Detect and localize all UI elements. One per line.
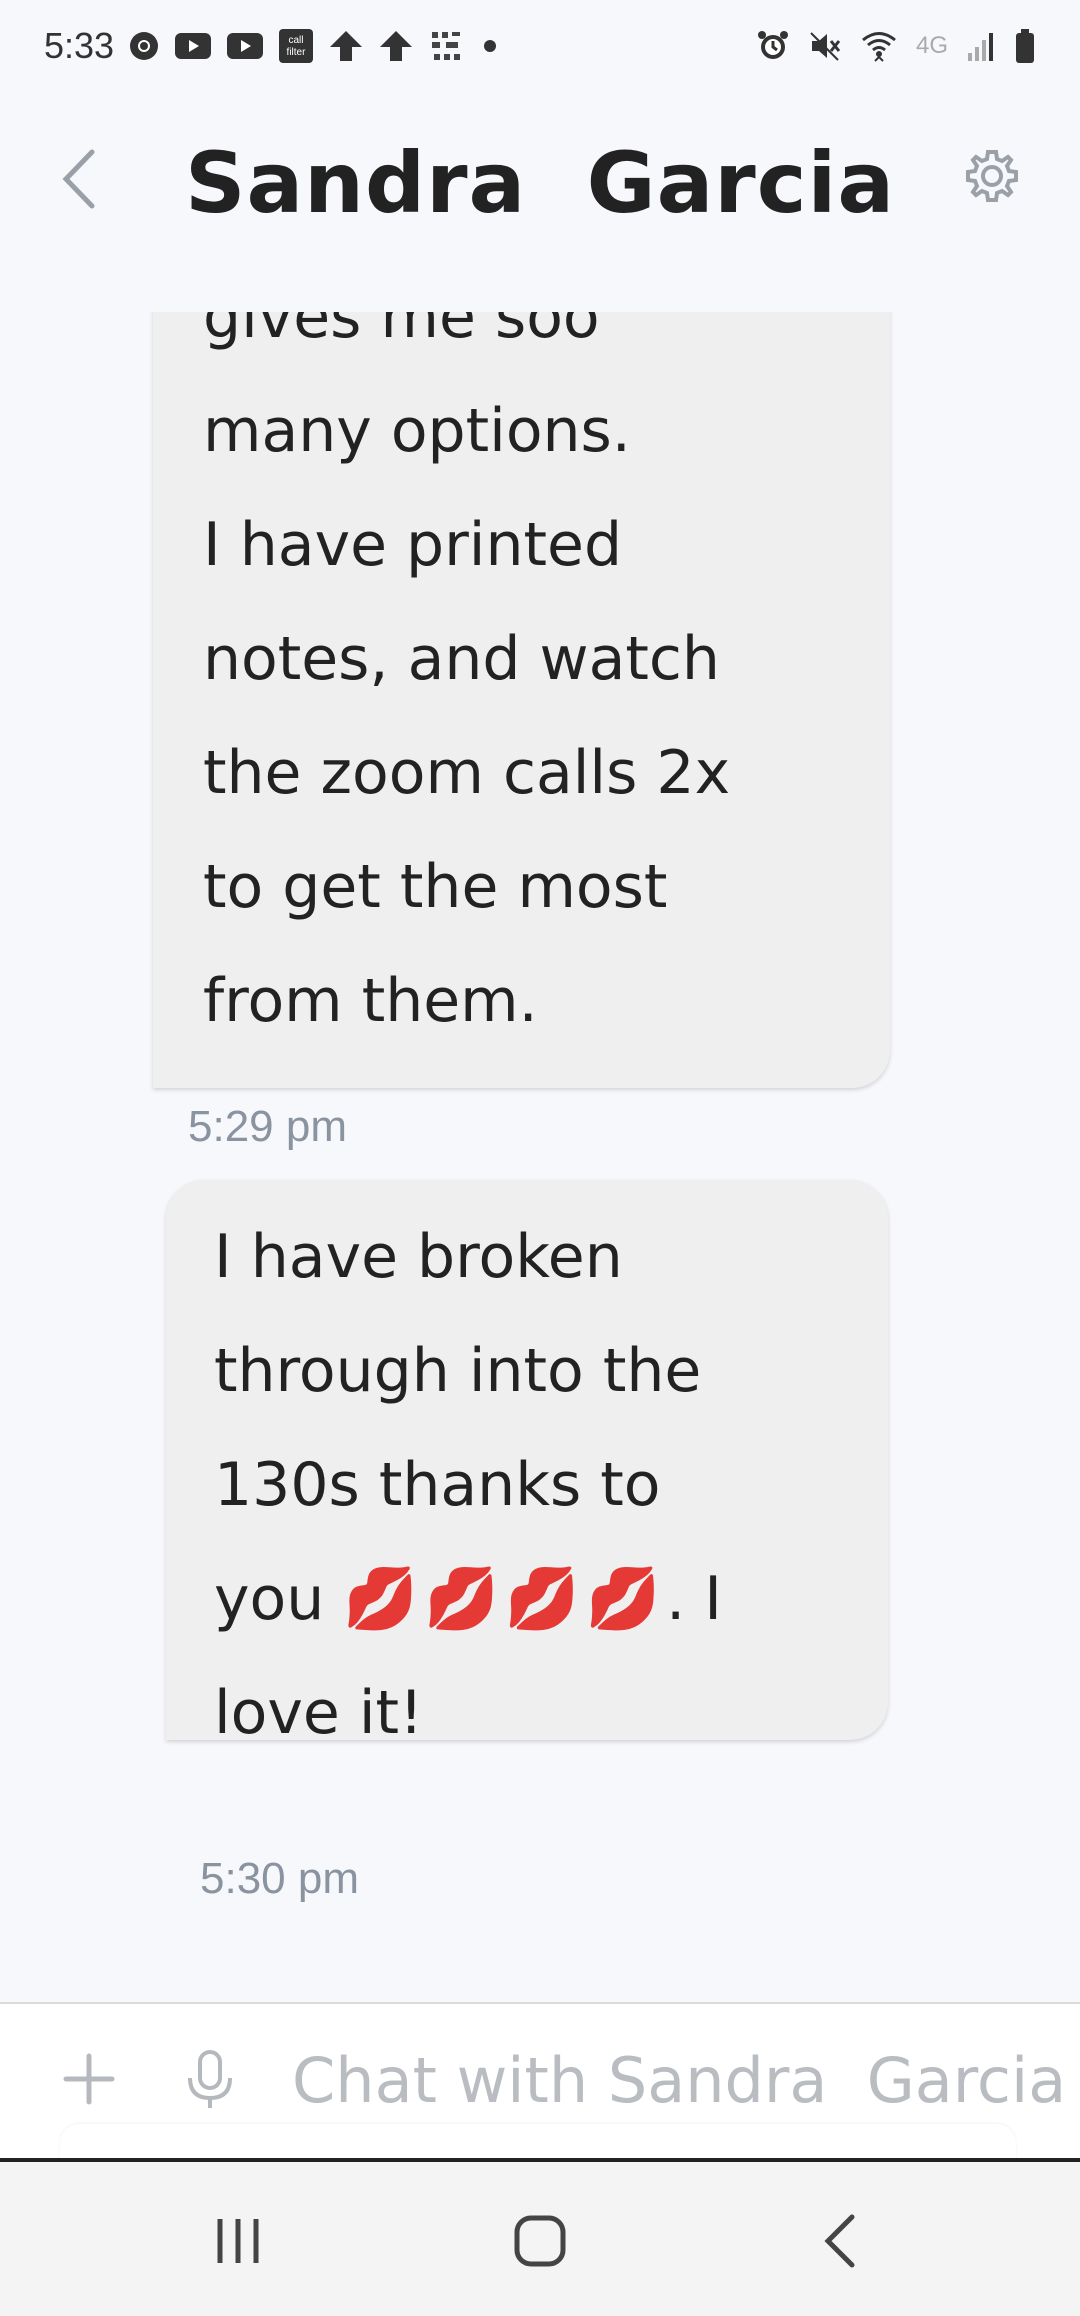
message-bubble[interactable]: gives me soo many options. I have printe…	[153, 312, 890, 1088]
page-title: Sandra Garcia	[184, 134, 896, 232]
message-text: . I	[666, 1564, 722, 1634]
recent-apps-icon	[217, 2219, 259, 2263]
settings-button[interactable]	[964, 148, 1020, 204]
gear-icon	[966, 150, 1018, 202]
message-line: gives me soo	[203, 312, 600, 352]
message-bubble[interactable]: I have broken through into the 130s than…	[166, 1180, 888, 1748]
alarm-icon	[756, 29, 790, 63]
plus-icon	[63, 2053, 115, 2105]
kiss-emoji: 💋💋💋💋	[343, 1564, 667, 1634]
svg-text:call: call	[289, 35, 304, 46]
recent-apps-button[interactable]	[198, 2206, 278, 2276]
dot-icon	[478, 34, 502, 58]
arrow-icon	[328, 29, 364, 63]
home-button[interactable]	[500, 2206, 580, 2276]
back-icon	[824, 2214, 855, 2268]
call-filter-icon: call filter	[278, 28, 314, 64]
add-attachment-button[interactable]	[62, 2052, 116, 2106]
message-line: to get the most	[203, 852, 668, 922]
nav-back-button[interactable]	[802, 2206, 882, 2276]
mute-icon	[808, 29, 842, 63]
message-timestamp: 5:29 pm	[188, 1102, 347, 1151]
arrow-icon	[378, 29, 414, 63]
wifi-icon	[860, 27, 898, 65]
message-line: love it!	[214, 1678, 424, 1748]
message-line: 130s thanks to	[214, 1450, 661, 1520]
message-timestamp: 5:30 pm	[200, 1854, 359, 1903]
message-input[interactable]	[292, 2030, 1080, 2130]
chrome-icon	[128, 30, 160, 62]
message-text: you	[214, 1564, 344, 1634]
message-list[interactable]: gives me soo many options. I have printe…	[0, 312, 1080, 2002]
battery-icon	[1014, 28, 1036, 64]
status-bar: 5:33 call filter 4G	[0, 0, 1080, 92]
message-line: from them.	[203, 966, 538, 1036]
home-icon	[514, 2215, 566, 2267]
message-line: you 💋💋💋💋. I	[214, 1542, 722, 1656]
youtube-icon	[226, 31, 264, 61]
message-line: the zoom calls 2x	[203, 738, 731, 808]
svg-text:filter: filter	[287, 47, 307, 58]
app-icon	[428, 28, 464, 64]
navigation-bar	[0, 2158, 1080, 2316]
message-line: I have printed	[203, 510, 623, 580]
status-time: 5:33	[44, 25, 115, 66]
conversation-header: Sandra Garcia	[0, 92, 1080, 312]
youtube-icon	[174, 31, 212, 61]
network-label: 4G	[915, 32, 948, 59]
message-line: I have broken	[214, 1222, 623, 1292]
signal-icon	[966, 29, 996, 63]
microphone-icon	[188, 2050, 232, 2108]
message-line: through into the	[214, 1336, 702, 1406]
message-line: many options.	[203, 396, 631, 466]
voice-input-button[interactable]	[184, 2048, 236, 2112]
message-line: notes, and watch	[203, 624, 720, 694]
